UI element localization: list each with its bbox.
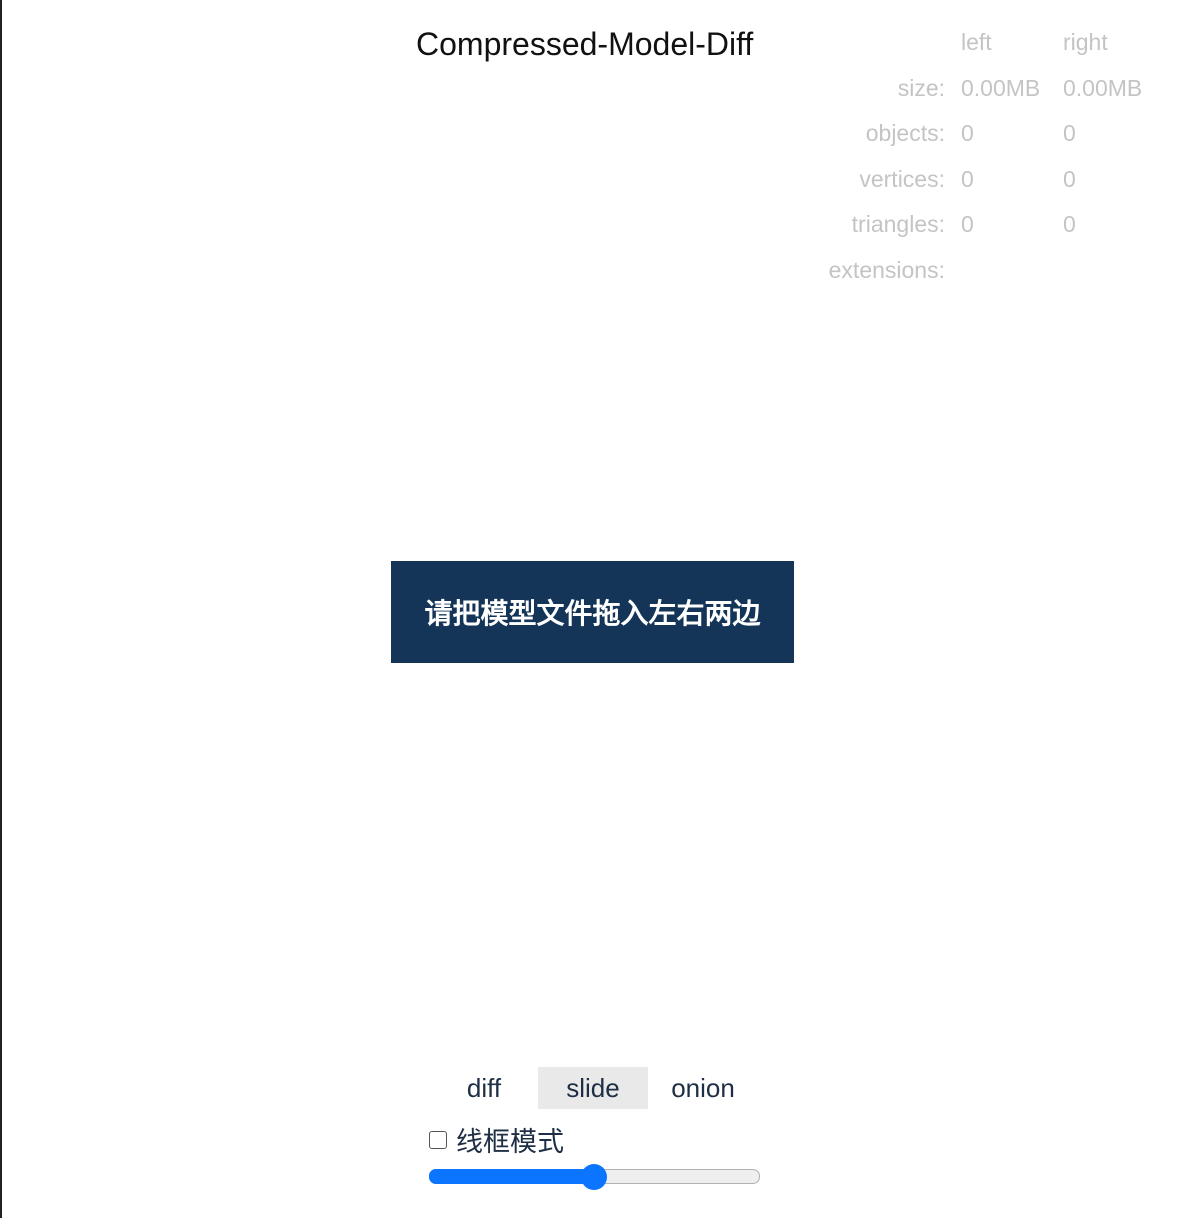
stats-row-triangles: triangles: 0 0 (829, 202, 1163, 248)
stats-row-vertices: vertices: 0 0 (829, 157, 1163, 203)
slider-thumb[interactable] (580, 1164, 607, 1190)
app-page: Compressed-Model-Diff left right size: 0… (0, 0, 1177, 1218)
stats-header-row: left right (829, 20, 1163, 66)
stats-left-value: 0 (961, 165, 974, 192)
stats-right-value: 0 (1063, 211, 1076, 238)
stats-right-value: 0 (1063, 120, 1076, 147)
drop-hint-banner: 请把模型文件拖入左右两边 (391, 561, 794, 663)
stats-right-value (1063, 248, 1163, 294)
stats-left-value: 0 (961, 120, 974, 147)
page-title: Compressed-Model-Diff (416, 26, 754, 62)
stats-corner (829, 20, 961, 66)
stats-row-objects: objects: 0 0 (829, 111, 1163, 157)
stats-label: triangles: (851, 211, 945, 238)
stats-col-right: right (1063, 29, 1108, 56)
compare-slider[interactable] (429, 1164, 760, 1190)
stats-right-value: 0.00MB (1063, 74, 1143, 101)
slider-fill (429, 1169, 594, 1184)
wireframe-toggle[interactable]: 线框模式 (429, 1120, 564, 1159)
stats-col-left: left (961, 29, 992, 56)
mode-tab-diff[interactable]: diff (430, 1067, 538, 1109)
stats-left-value: 0.00MB (961, 74, 1041, 101)
stats-label: size: (897, 74, 945, 101)
wireframe-label: 线框模式 (456, 1127, 564, 1157)
stats-label: vertices: (859, 165, 945, 192)
stats-label: extensions: (828, 256, 945, 283)
compare-mode-tabs: diff slide onion (430, 1067, 758, 1109)
mode-tab-slide[interactable]: slide (538, 1067, 648, 1109)
mode-tab-onion[interactable]: onion (648, 1067, 758, 1109)
stats-row-size: size: 0.00MB 0.00MB (829, 66, 1163, 112)
stats-row-extensions: extensions: (829, 248, 1163, 294)
stats-label: objects: (865, 120, 945, 147)
model-stats-table: left right size: 0.00MB 0.00MB objects: … (829, 20, 1163, 293)
wireframe-checkbox[interactable] (429, 1130, 447, 1149)
stats-left-value (961, 248, 1063, 294)
stats-right-value: 0 (1063, 165, 1076, 192)
stats-left-value: 0 (961, 211, 974, 238)
